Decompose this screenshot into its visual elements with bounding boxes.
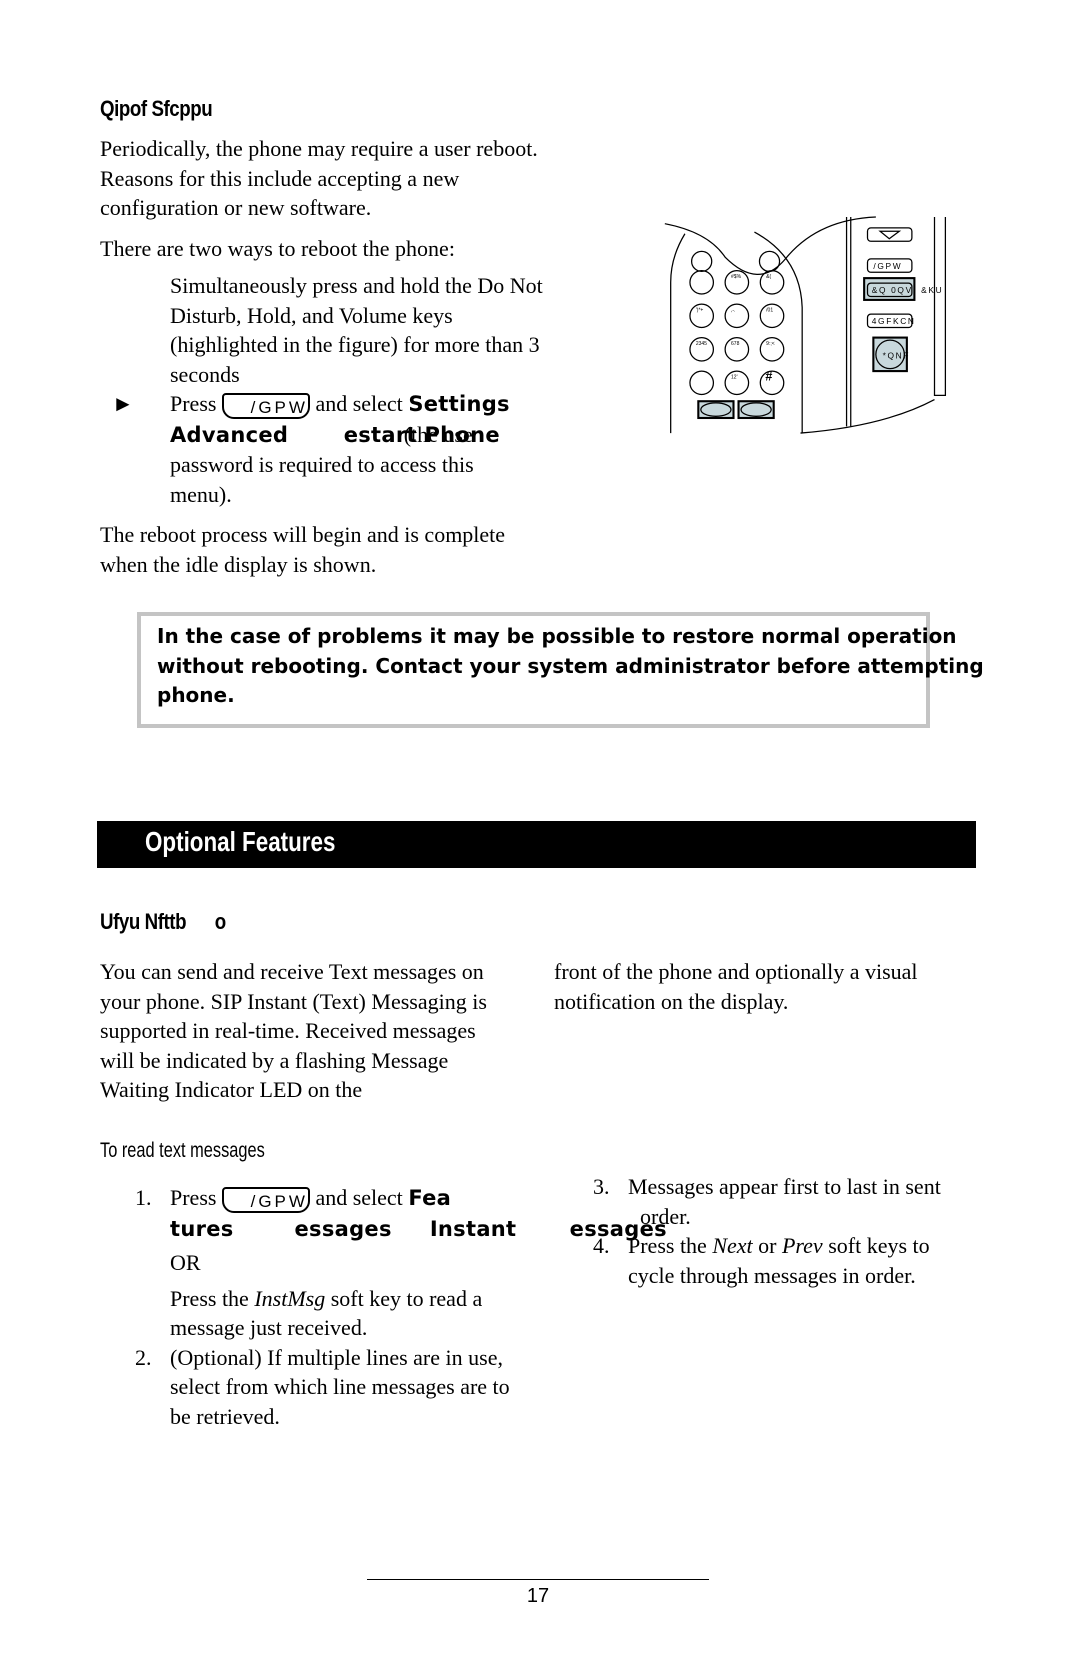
step-4-mid: or	[752, 1233, 782, 1258]
menu-key-icon: /GPW	[221, 1186, 310, 1213]
hold-key-label: *QNF	[883, 351, 911, 361]
step-2-text: (Optional) If multiple lines are in use,…	[170, 1344, 510, 1429]
step-number: 2.	[135, 1344, 152, 1370]
step-1: 1. Press /GPW and select Fea tures essag…	[100, 1183, 667, 1343]
dnd-key-label: &Q 0QV	[872, 285, 913, 295]
page-number: 17	[526, 1585, 550, 1607]
phone-figure: #$% &( ')*+ ,-. /01 2345 678 9:;< 12' /GPW &Q 0Q…	[664, 216, 947, 434]
keypad-label: #$%	[731, 274, 742, 280]
keypad-button	[759, 269, 785, 295]
bullet-1-text: Simultaneously press and hold the Do Not…	[170, 273, 543, 387]
keypad-label: ,-.	[731, 308, 735, 314]
steps-left: 1. Press /GPW and select Fea tures essag…	[100, 1183, 667, 1432]
keypad-label: 9:;<	[766, 341, 775, 347]
prev-key: Prev	[781, 1233, 823, 1258]
keypad-label: 2345	[696, 341, 707, 347]
keypad-label: 678	[731, 341, 740, 347]
text-messaging-heading: Ufyu Nfttb o	[100, 909, 226, 934]
menu-key-label: /GPW	[873, 261, 902, 271]
menu-settings: Settings	[408, 392, 510, 416]
or-text: OR	[170, 1250, 201, 1275]
select-text: and select	[315, 391, 403, 416]
step-1-alt: Press the InstMsg soft key to read a mes…	[170, 1284, 520, 1343]
text-messaging-right-col: front of the phone and optionally a visu…	[554, 959, 918, 1014]
reboot-para-2: There are two ways to reboot the phone:	[100, 235, 455, 261]
notice-line-2: without rebooting. Contact your system a…	[157, 653, 984, 678]
notice-line-3: phone.	[157, 683, 235, 707]
press-text: Press	[170, 391, 217, 416]
step-3-text: Messages appear first to last in sent	[628, 1174, 941, 1199]
display-key-label: &KU	[921, 285, 943, 295]
alt-pre: Press the	[170, 1285, 255, 1311]
reboot-para-3: The reboot process will begin and is com…	[100, 522, 506, 577]
select-text: and select	[315, 1185, 403, 1210]
bullet-2: ► Press /GPW and select Settings Advance…	[70, 389, 550, 509]
step-4-pre: Press the	[628, 1233, 713, 1258]
text-messaging-left-col: You can send and receive Text messages o…	[100, 959, 487, 1102]
step-3-overflow: order.	[640, 1204, 691, 1229]
keypad-button	[724, 303, 750, 329]
steps-right: 3. Messages appear first to last in sent…	[558, 1172, 988, 1290]
step-4: 4. Press the Next or Prev soft keys to c…	[558, 1231, 978, 1290]
step-3: 3. Messages appear first to last in sent…	[558, 1172, 988, 1231]
read-messages-subheading: To read text messages	[100, 1139, 265, 1162]
reboot-para-1: Periodically, the phone may require a us…	[100, 136, 538, 220]
overlap-text: (the use	[403, 421, 473, 447]
press-text: Press	[170, 1185, 217, 1210]
keypad-button	[689, 269, 715, 295]
step-number: 4.	[593, 1233, 610, 1258]
instmsg-key: InstMsg	[254, 1285, 326, 1311]
notice-line-1: In the case of problems it may be possib…	[157, 624, 957, 648]
section-banner: Optional Features	[97, 821, 976, 868]
bullet-1: Simultaneously press and hold the Do Not…	[70, 271, 550, 389]
password-note: password is required to access this menu…	[170, 452, 474, 507]
keypad-label: ')*+	[696, 308, 704, 314]
keypad-label: 12'	[731, 375, 738, 381]
banner-title: Optional Features	[145, 826, 336, 857]
manual-page: Qipof Sfcppu Periodically, the phone may…	[0, 0, 1080, 1669]
triangle-bullet-icon: ►	[112, 391, 134, 416]
redial-key-label: 4GFKCN	[872, 316, 916, 326]
menu-advanced: Advanced	[170, 422, 289, 447]
menu-key-icon: /GPW	[221, 392, 310, 419]
reboot-section: Periodically, the phone may require a us…	[100, 134, 550, 579]
step-number: 1.	[135, 1185, 152, 1210]
step-number: 3.	[593, 1174, 610, 1199]
keypad-label: &(	[766, 274, 771, 280]
footer-rule	[367, 1579, 709, 1580]
reboot-heading: Qipof Sfcppu	[100, 96, 213, 121]
step-2: 2. (Optional) If multiple lines are in u…	[100, 1343, 520, 1432]
notice-text: In the case of problems it may be possib…	[157, 622, 1077, 711]
next-key: Next	[712, 1233, 753, 1258]
hash-key-label: #	[765, 369, 774, 383]
keypad-label: /01	[766, 308, 773, 314]
keypad-button	[689, 370, 715, 396]
menu-features: Fea	[408, 1186, 452, 1210]
